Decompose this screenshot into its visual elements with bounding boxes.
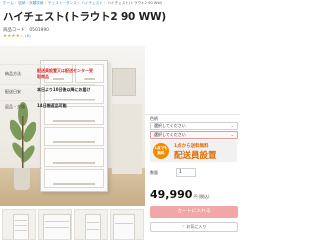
favorite-button[interactable]: ♡ お気に入り (150, 222, 238, 232)
product-code-label: 商品コード (3, 28, 25, 33)
price-value: 49,990 (150, 188, 193, 201)
page-title: ハイチェスト(トラウト2 90 WW) (3, 11, 166, 23)
thumbnail[interactable] (2, 209, 36, 240)
shipping-select[interactable]: 選択してください ⌄ (150, 131, 238, 139)
quantity-label: 数量 (150, 170, 158, 175)
chevron-down-icon: ⌄ (230, 132, 234, 137)
price-suffix: 円 (193, 194, 198, 199)
quantity-input[interactable]: 1 (176, 168, 196, 177)
add-to-cart-button[interactable]: カートに入れる (150, 206, 238, 218)
chevron-down-icon: ⌄ (230, 123, 234, 128)
return-value: 14日間返品可能 (37, 103, 67, 108)
banner-line2: 配送員設置 (174, 151, 217, 161)
price-tax: (税込) (198, 194, 210, 199)
delivery-method-label: 納品方法 (5, 71, 21, 76)
delivery-date-value: 本日より10日後以降にお届け (37, 87, 91, 92)
color-select[interactable]: 選択してください ⌄ (150, 122, 238, 130)
breadcrumb-high-chest[interactable]: ハイチェスト (81, 1, 103, 5)
product-code-value: 0501990 (29, 28, 49, 33)
rating-count[interactable]: (6) (25, 34, 31, 38)
thumbnail[interactable] (38, 209, 72, 240)
rating-stars: ★★★★☆ (3, 34, 25, 39)
breadcrumb-chest[interactable]: チェスト・タンス (48, 1, 77, 5)
return-row: 返品・交換 14日間返品可能 (0, 100, 95, 115)
thumbnail-strip (0, 209, 145, 240)
delivery-method-row: 納品方法 配送員設置又は配送センター受取商品 (0, 64, 95, 85)
delivery-method-value: 配送員設置又は配送センター受取商品 (37, 68, 93, 79)
delivery-date-row: 配送日安 本日より10日後以降にお届け (0, 84, 95, 101)
price: 49,990円(税込) (150, 188, 210, 201)
delivery-date-label: 配送日安 (5, 89, 21, 94)
breadcrumb-home[interactable]: ホーム (3, 1, 14, 5)
breadcrumb: ホーム› 収納・衣類収納› チェスト・タンス› ハイチェスト› ハイチェスト(ト… (3, 1, 163, 5)
breadcrumb-current: ハイチェスト(トラウト2 90 WW) (107, 1, 163, 5)
breadcrumb-storage[interactable]: 収納・衣類収納 (18, 1, 43, 5)
thumbnail[interactable] (110, 209, 144, 240)
rating[interactable]: ★★★★☆(6) (3, 34, 31, 39)
wall-picture (112, 68, 136, 96)
return-label: 返品・交換 (5, 104, 25, 109)
free-shipping-banner: 1点でも無料 1点から送料無料 配送員設置 (150, 140, 237, 162)
product-code: 商品コード 0501990 (3, 27, 49, 33)
free-badge: 1点でも無料 (153, 143, 169, 159)
thumbnail[interactable] (74, 209, 108, 240)
